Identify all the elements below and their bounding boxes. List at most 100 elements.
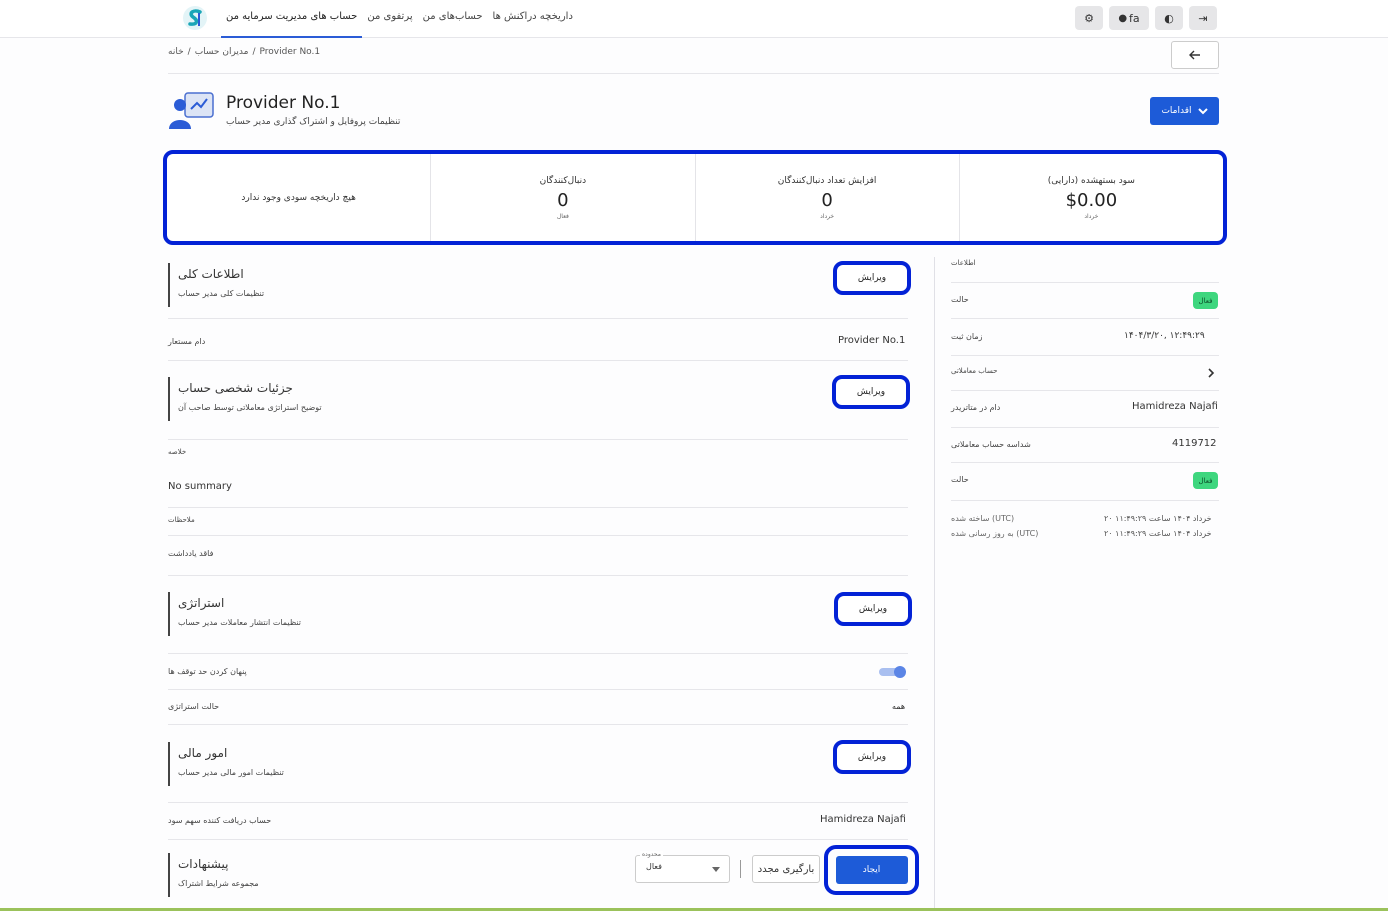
row-divider [168, 575, 908, 576]
stat-value: 0 [821, 189, 833, 211]
registered-label: زمان ثبت [951, 332, 983, 341]
updated-value: ۲۰ خرداد ۱۴۰۴ ساعت ۱۱:۴۹:۲۹ [1104, 529, 1212, 538]
section-subtitle: تنظیمات امور مالی مدیر حساب [178, 768, 284, 777]
caret-down-icon [712, 867, 720, 872]
status-badge: فعال [1193, 292, 1218, 309]
status-label: حالت [951, 295, 969, 304]
account-id-label: شداسه حساب معاملاتی [951, 440, 1031, 449]
back-button[interactable] [1171, 41, 1219, 69]
logout-button[interactable]: ⇥ [1189, 6, 1217, 30]
section-subtitle: توضیح استراتژی معاملاتی توسط صاحب آن [178, 403, 322, 412]
notes-value: فاقد یادداشت [168, 549, 214, 558]
row-divider [168, 653, 908, 654]
gear-icon: ⚙ [1084, 11, 1094, 25]
breadcrumb-managers[interactable]: مدیران حساب [195, 47, 249, 57]
toolbar-divider [740, 860, 741, 878]
created-label: ساخته شده (UTC) [951, 514, 1015, 523]
status2-label: حالت [951, 475, 969, 484]
hide-stop-toggle[interactable] [879, 665, 907, 679]
row-divider [168, 802, 908, 803]
account-id-value: 4119712 [1172, 438, 1217, 449]
page-title: Provider No.1 [226, 93, 341, 113]
app-logo-icon[interactable] [181, 4, 209, 32]
empty-profit-note: هیچ داریخچه سودی وجود ندارد [241, 192, 356, 203]
broker-name-label: دام در متاتریدر [951, 403, 1001, 412]
top-bar: حساب های مدیریت سرمایه من پرتفوی من حساب… [0, 0, 1388, 38]
language-button[interactable]: ● fa [1109, 6, 1149, 30]
nav-item-managed-accounts[interactable]: حساب های مدیریت سرمایه من [221, 0, 363, 38]
row-divider [951, 390, 1219, 391]
main-nav: حساب های مدیریت سرمایه من پرتفوی من حساب… [221, 0, 578, 38]
section-subtitle: مجموعه شرایط اشتراک [178, 879, 259, 888]
breadcrumb-separator: / [187, 47, 191, 57]
display-name-value: Provider No.1 [838, 335, 906, 346]
globe-icon: ● [1118, 12, 1128, 24]
chevron-right-icon[interactable] [1207, 368, 1215, 378]
actions-button[interactable]: اقدامات [1150, 97, 1219, 125]
top-icons: ⚙ ● fa ◐ ⇥ [1075, 6, 1217, 30]
receiver-label: حساب دریافت کننده سهم سود [168, 816, 272, 825]
section-title: پیشنهادات [178, 857, 229, 871]
settings-button[interactable]: ⚙ [1075, 6, 1103, 30]
breadcrumb: خانه / مدیران حساب / Provider No.1 [168, 47, 320, 57]
logout-icon: ⇥ [1198, 11, 1208, 25]
theme-toggle-button[interactable]: ◐ [1155, 6, 1183, 30]
row-divider [951, 282, 1219, 283]
create-highlight: ایجاد [824, 845, 919, 895]
status2-badge: فعال [1193, 472, 1218, 489]
sidebar-divider [934, 257, 935, 911]
section-subtitle: تنظیمات کلی مدیر حساب [178, 289, 265, 298]
chevron-down-icon [1197, 108, 1208, 115]
row-divider [951, 318, 1219, 319]
stat-label: دنبال‌کنندگان [539, 175, 587, 186]
provider-icon [169, 92, 214, 129]
created-value: ۲۰ خرداد ۱۴۰۴ ساعت ۱۱:۴۹:۲۹ [1104, 514, 1212, 523]
strategy-section-head: استراتژی تنظیمات انتشار معاملات مدیر حسا… [168, 592, 302, 636]
edit-finance-button[interactable]: ویرایش [833, 740, 911, 774]
row-divider [168, 839, 908, 840]
section-title: اطلاعات کلی [178, 267, 244, 281]
sidebar-title: اطلاعات [951, 259, 976, 267]
receiver-value: Hamidreza Najafi [820, 814, 906, 825]
select-value: فعال [646, 862, 662, 871]
nav-item-portfolio[interactable]: پرتفوی من [362, 0, 417, 38]
stat-label: سود بستهشده (دارایی) [1047, 175, 1135, 186]
row-divider [168, 724, 908, 725]
nav-item-transaction-history[interactable]: داریخچه دراکنش ها [488, 0, 578, 38]
select-legend: محدوده [640, 851, 663, 858]
breadcrumb-current: Provider No.1 [259, 47, 321, 57]
edit-strategy-button[interactable]: ویرایش [834, 592, 912, 626]
stat-sub: خرداد [820, 212, 835, 220]
broker-name-value: Hamidreza Najafi [1132, 401, 1218, 412]
row-divider [168, 439, 908, 440]
create-button[interactable]: ایجاد [835, 856, 908, 884]
stat-followers: دنبال‌کنندگان 0 فعال [430, 154, 694, 241]
summary-label: خلاصه [168, 448, 187, 456]
row-divider [168, 535, 908, 536]
arrow-left-icon [1189, 50, 1200, 60]
summary-value: No summary [168, 481, 232, 492]
section-subtitle: تنظیمات انتشار معاملات مدیر حساب [178, 618, 302, 627]
page-subtitle: تنظیمات پروفایل و اشتراک گذاری مدیر حساب [226, 117, 401, 127]
hide-stop-label: پنهان کردن حد توقف ها [168, 667, 247, 676]
trading-account-label[interactable]: حساب معاملاتی [951, 367, 998, 375]
edit-general-button[interactable]: ویرایش [833, 261, 911, 295]
nav-item-my-accounts[interactable]: حساب‌های من [418, 0, 488, 38]
strategy-state-label: حالت استراتژی [168, 702, 220, 711]
row-divider [951, 355, 1219, 356]
row-divider [168, 507, 908, 508]
section-title: استراتژی [178, 596, 225, 610]
row-divider [168, 360, 908, 361]
row-divider [168, 689, 908, 690]
registered-value: ۱۴۰۴/۳/۲۰, ۱۲:۴۹:۲۹ [1124, 331, 1205, 341]
updated-label: به روز رسانی شده (UTC) [951, 529, 1039, 538]
stats-panel: هیچ داریخچه سودی وجود ندارد دنبال‌کنندگا… [163, 150, 1227, 245]
breadcrumb-separator: / [252, 47, 256, 57]
row-divider [951, 500, 1219, 501]
stat-value: 0 [557, 189, 569, 211]
reload-button[interactable]: بارگیری مجدد [752, 855, 820, 883]
offers-filter-select[interactable]: فعال [635, 855, 730, 883]
breadcrumb-home[interactable]: خانه [168, 47, 184, 57]
edit-personal-button[interactable]: ویرایش [832, 375, 910, 409]
contrast-icon: ◐ [1164, 11, 1174, 25]
